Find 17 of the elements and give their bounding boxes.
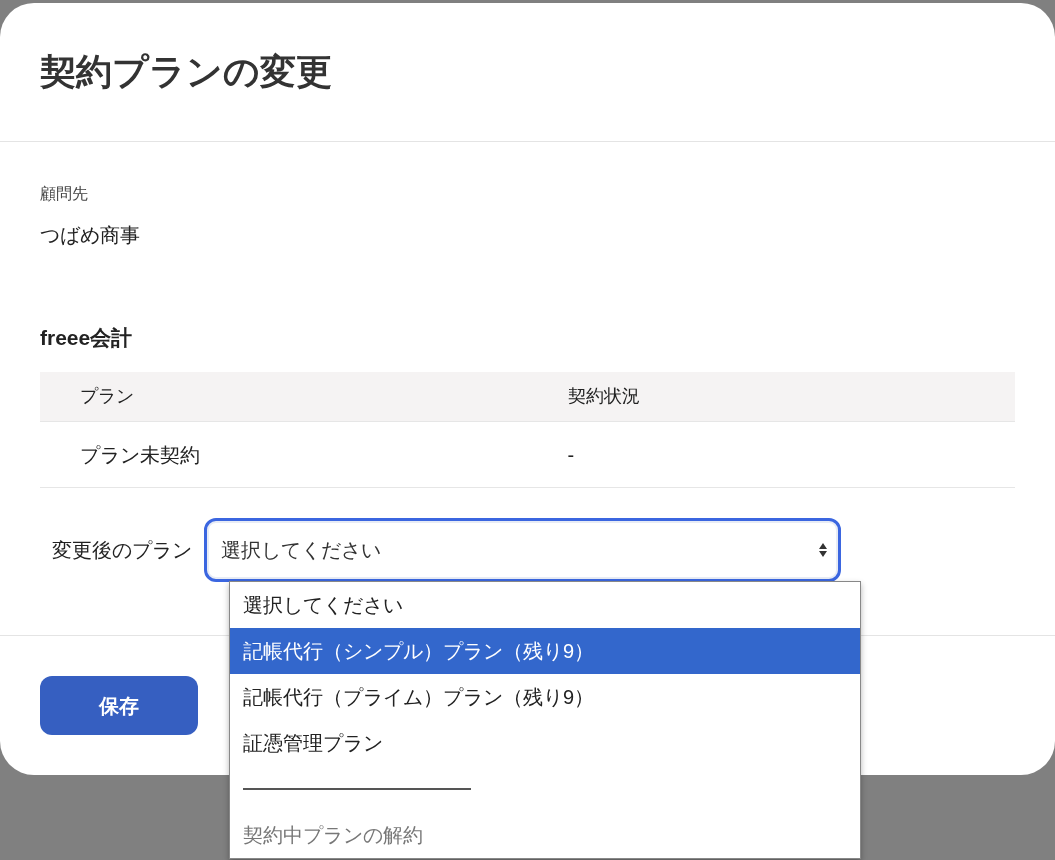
dropdown-option[interactable]: 選択してください bbox=[230, 582, 860, 628]
column-header: プラン bbox=[40, 371, 528, 422]
dropdown-option[interactable]: 証憑管理プラン bbox=[230, 720, 860, 766]
dropdown-option[interactable]: 記帳代行（プライム）プラン（残り9） bbox=[230, 674, 860, 720]
field-label: 顧問先 bbox=[40, 184, 89, 204]
dialog-title: 契約プランの変更 bbox=[40, 50, 332, 94]
table-cell: - bbox=[527, 421, 1015, 488]
field-label: 変更後のプラン bbox=[52, 538, 192, 563]
field-value: つばめ商事 bbox=[40, 223, 141, 248]
dropdown-option[interactable]: 記帳代行（シンプル）プラン（残り9） bbox=[230, 628, 860, 674]
plan-select[interactable]: 選択してください bbox=[204, 518, 841, 582]
column-header: 契約状況 bbox=[527, 371, 1015, 422]
dropdown-option: 契約中プランの解約 bbox=[230, 812, 860, 858]
section-title: freee会計 bbox=[40, 325, 134, 351]
table-cell: プラン未契約 bbox=[40, 421, 528, 488]
save-button[interactable]: 保存 bbox=[40, 676, 198, 735]
sort-arrows-icon bbox=[818, 541, 828, 559]
